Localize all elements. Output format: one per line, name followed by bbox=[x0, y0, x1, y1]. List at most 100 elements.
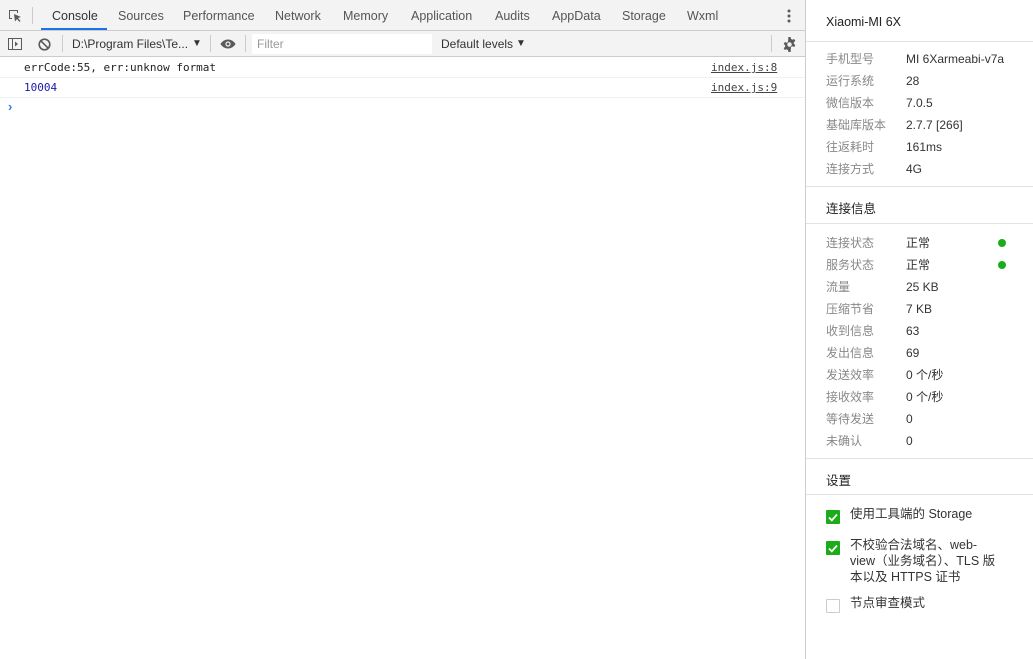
status-dot-icon bbox=[998, 261, 1006, 269]
info-value: 0 bbox=[906, 434, 913, 448]
device-info-panel: Xiaomi-MI 6X 手机型号 MI 6Xarmeabi-v7a 运行系统 … bbox=[805, 0, 1033, 659]
info-label: 连接方式 bbox=[826, 162, 875, 176]
toolbar-separator bbox=[62, 35, 63, 52]
info-value: MI 6Xarmeabi-v7a bbox=[906, 52, 1005, 66]
info-value: 7 KB bbox=[906, 302, 933, 316]
info-label: 收到信息 bbox=[826, 324, 875, 338]
toolbar-separator bbox=[245, 35, 246, 52]
divider bbox=[806, 458, 1033, 459]
inspect-element-icon bbox=[9, 10, 21, 22]
divider bbox=[806, 223, 1033, 224]
info-label: 微信版本 bbox=[826, 96, 875, 110]
section-title-settings: 设置 bbox=[826, 474, 852, 488]
conn-row: 服务状态 正常 bbox=[806, 254, 1033, 276]
info-value: 0 个/秒 bbox=[906, 390, 944, 404]
info-label: 等待发送 bbox=[826, 412, 875, 426]
console-message: errCode:55, err:unknow format index.js:8 bbox=[0, 58, 805, 78]
more-options-button[interactable] bbox=[780, 7, 798, 25]
prompt-chevron-icon: › bbox=[8, 99, 13, 114]
node-inspect-mode-checkbox[interactable] bbox=[826, 599, 840, 613]
log-levels-select[interactable]: Default levels bbox=[441, 31, 513, 57]
console-message-text: errCode:55, err:unknow format bbox=[24, 61, 217, 74]
tab-performance[interactable]: Performance bbox=[183, 0, 255, 31]
execution-context-select[interactable]: D:\Program Files\Te... bbox=[72, 31, 188, 57]
conn-row: 接收效率 0 个/秒 bbox=[806, 386, 1033, 408]
devtools-pane: Console Sources Performance Network Memo… bbox=[0, 0, 805, 659]
divider bbox=[806, 41, 1033, 42]
tab-appdata[interactable]: AppData bbox=[552, 0, 601, 31]
setting-label: 使用工具端的 Storage bbox=[850, 507, 973, 521]
info-value: 0 个/秒 bbox=[906, 368, 944, 382]
tab-storage[interactable]: Storage bbox=[622, 0, 666, 31]
chevron-down-icon: ▼ bbox=[192, 38, 202, 49]
toolbar-separator bbox=[771, 35, 772, 52]
info-row-network: 连接方式 4G bbox=[806, 158, 1033, 180]
console-settings-button[interactable] bbox=[780, 35, 798, 53]
setting-label-line: view（业务域名）、TLS 版 bbox=[850, 554, 996, 568]
info-row-rtt: 往返耗时 161ms bbox=[806, 136, 1033, 158]
info-value: 0 bbox=[906, 412, 913, 426]
info-value: 正常 bbox=[906, 236, 931, 250]
info-value: 25 KB bbox=[906, 280, 939, 294]
chevron-down-icon: ▼ bbox=[516, 38, 526, 49]
info-value: 28 bbox=[906, 74, 920, 88]
tab-audits[interactable]: Audits bbox=[495, 0, 530, 31]
console-message-text: 10004 bbox=[24, 81, 58, 94]
active-tab-indicator bbox=[41, 28, 107, 30]
tab-sources[interactable]: Sources bbox=[118, 0, 164, 31]
show-console-sidebar-button[interactable] bbox=[6, 35, 24, 53]
device-name: Xiaomi-MI 6X bbox=[826, 15, 902, 29]
info-value: 63 bbox=[906, 324, 920, 338]
tab-memory[interactable]: Memory bbox=[343, 0, 388, 31]
info-row-model: 手机型号 MI 6Xarmeabi-v7a bbox=[806, 48, 1033, 70]
info-row-wechat-version: 微信版本 7.0.5 bbox=[806, 92, 1033, 114]
info-value: 161ms bbox=[906, 140, 943, 154]
info-label: 运行系统 bbox=[826, 74, 875, 88]
check-icon bbox=[828, 544, 838, 553]
info-label: 发出信息 bbox=[826, 346, 875, 360]
clear-console-button[interactable] bbox=[35, 35, 53, 53]
info-label: 服务状态 bbox=[826, 258, 875, 272]
info-value: 4G bbox=[906, 162, 923, 176]
info-label: 手机型号 bbox=[826, 52, 875, 66]
live-expression-button[interactable] bbox=[219, 35, 237, 53]
conn-row: 发出信息 69 bbox=[806, 342, 1033, 364]
eye-icon bbox=[220, 39, 236, 49]
gear-icon bbox=[783, 36, 795, 52]
conn-row: 未确认 0 bbox=[806, 430, 1033, 452]
info-value: 2.7.7 [266] bbox=[906, 118, 963, 132]
info-label: 往返耗时 bbox=[826, 140, 875, 154]
toolbar-separator bbox=[210, 35, 211, 52]
setting-label: 节点审查模式 bbox=[850, 596, 926, 610]
info-value: 69 bbox=[906, 346, 920, 360]
tab-separator bbox=[32, 7, 33, 24]
console-message: 10004 index.js:9 bbox=[0, 78, 805, 98]
tab-network[interactable]: Network bbox=[275, 0, 321, 31]
conn-row: 压缩节省 7 KB bbox=[806, 298, 1033, 320]
info-row-lib-version: 基础库版本 2.7.7 [266] bbox=[806, 114, 1033, 136]
info-label: 未确认 bbox=[826, 434, 863, 448]
use-tool-storage-checkbox[interactable] bbox=[826, 510, 840, 524]
info-value: 7.0.5 bbox=[906, 96, 933, 110]
devtools-tab-bar: Console Sources Performance Network Memo… bbox=[0, 0, 805, 31]
block-icon bbox=[37, 37, 51, 51]
skip-domain-check-checkbox[interactable] bbox=[826, 541, 840, 555]
info-label: 基础库版本 bbox=[826, 118, 887, 132]
info-label: 压缩节省 bbox=[826, 302, 875, 316]
tab-application[interactable]: Application bbox=[411, 0, 472, 31]
check-icon bbox=[828, 513, 838, 522]
tab-wxml[interactable]: Wxml bbox=[687, 0, 718, 31]
source-link[interactable]: index.js:9 bbox=[711, 78, 777, 98]
info-label: 发送效率 bbox=[826, 368, 875, 382]
info-label: 接收效率 bbox=[826, 390, 875, 404]
info-label: 连接状态 bbox=[826, 236, 875, 250]
filter-input[interactable] bbox=[252, 34, 432, 54]
inspect-element-button[interactable] bbox=[6, 7, 24, 25]
conn-row: 收到信息 63 bbox=[806, 320, 1033, 342]
source-link[interactable]: index.js:8 bbox=[711, 58, 777, 78]
conn-row: 流量 25 KB bbox=[806, 276, 1033, 298]
console-prompt[interactable]: › bbox=[0, 98, 805, 118]
tab-console[interactable]: Console bbox=[52, 0, 98, 31]
setting-label-line: 本以及 HTTPS 证书 bbox=[850, 570, 961, 584]
setting-label-line: 不校验合法域名、web- bbox=[850, 538, 978, 552]
